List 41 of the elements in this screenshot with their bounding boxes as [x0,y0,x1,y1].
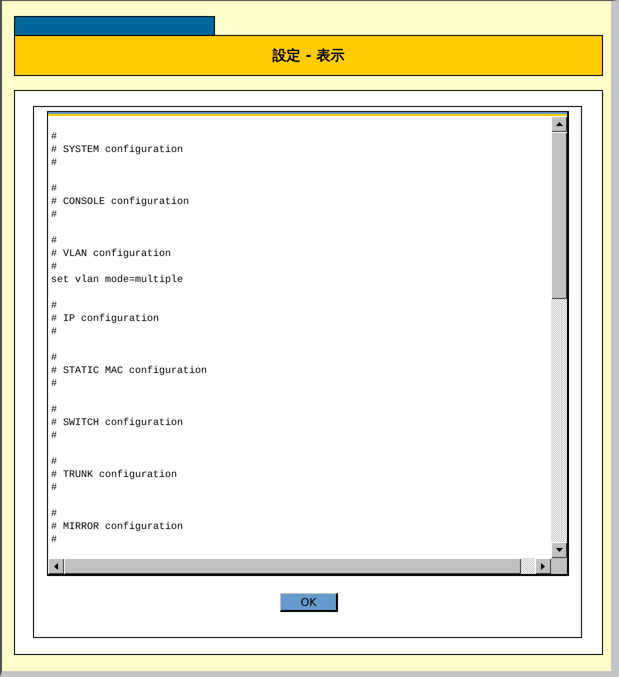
config-line: # [51,209,58,222]
config-line: # [51,378,58,391]
left-triangle-icon [54,562,58,570]
page-title: 設定 - 表示 [272,46,344,64]
down-triangle-icon [556,548,562,552]
config-line: # [51,300,58,313]
config-line: # MIRROR configuration [51,521,184,534]
config-line: # [51,534,58,547]
config-line: # [51,157,58,170]
config-line: # TRUNK configuration [51,469,178,482]
config-line: # VLAN configuration [51,248,172,261]
scroll-up-button[interactable] [551,116,567,132]
config-line: # [51,326,58,339]
config-line: # SYSTEM configuration [51,144,184,157]
config-line: # [51,430,58,443]
header-tab[interactable] [14,16,215,36]
config-line: # STATIC MAC configuration [51,365,208,378]
scrollbar-corner [551,558,567,574]
config-line: set vlan mode=multiple [51,274,184,287]
config-line: # [51,183,58,196]
config-line: # [51,235,58,248]
ok-button[interactable]: OK [280,593,338,612]
right-triangle-icon [541,562,545,570]
up-triangle-icon [556,122,562,126]
config-line: # [51,131,58,144]
scroll-down-button[interactable] [551,542,567,558]
config-line: # [51,508,58,521]
config-text-area[interactable] [47,111,569,576]
config-line: # [51,482,58,495]
config-line: # [51,456,58,469]
scroll-left-button[interactable] [48,558,64,574]
config-line: # [51,404,58,417]
config-line: # [51,352,58,365]
scrollbar-track[interactable] [521,558,535,574]
config-line: # [51,261,58,274]
vertical-scrollbar[interactable] [551,116,567,558]
scroll-right-button[interactable] [535,558,551,574]
scrollbar-thumb[interactable] [551,132,567,299]
config-line: # SWITCH configuration [51,417,184,430]
config-line: # IP configuration [51,313,160,326]
config-line: # CONSOLE configuration [51,196,190,209]
